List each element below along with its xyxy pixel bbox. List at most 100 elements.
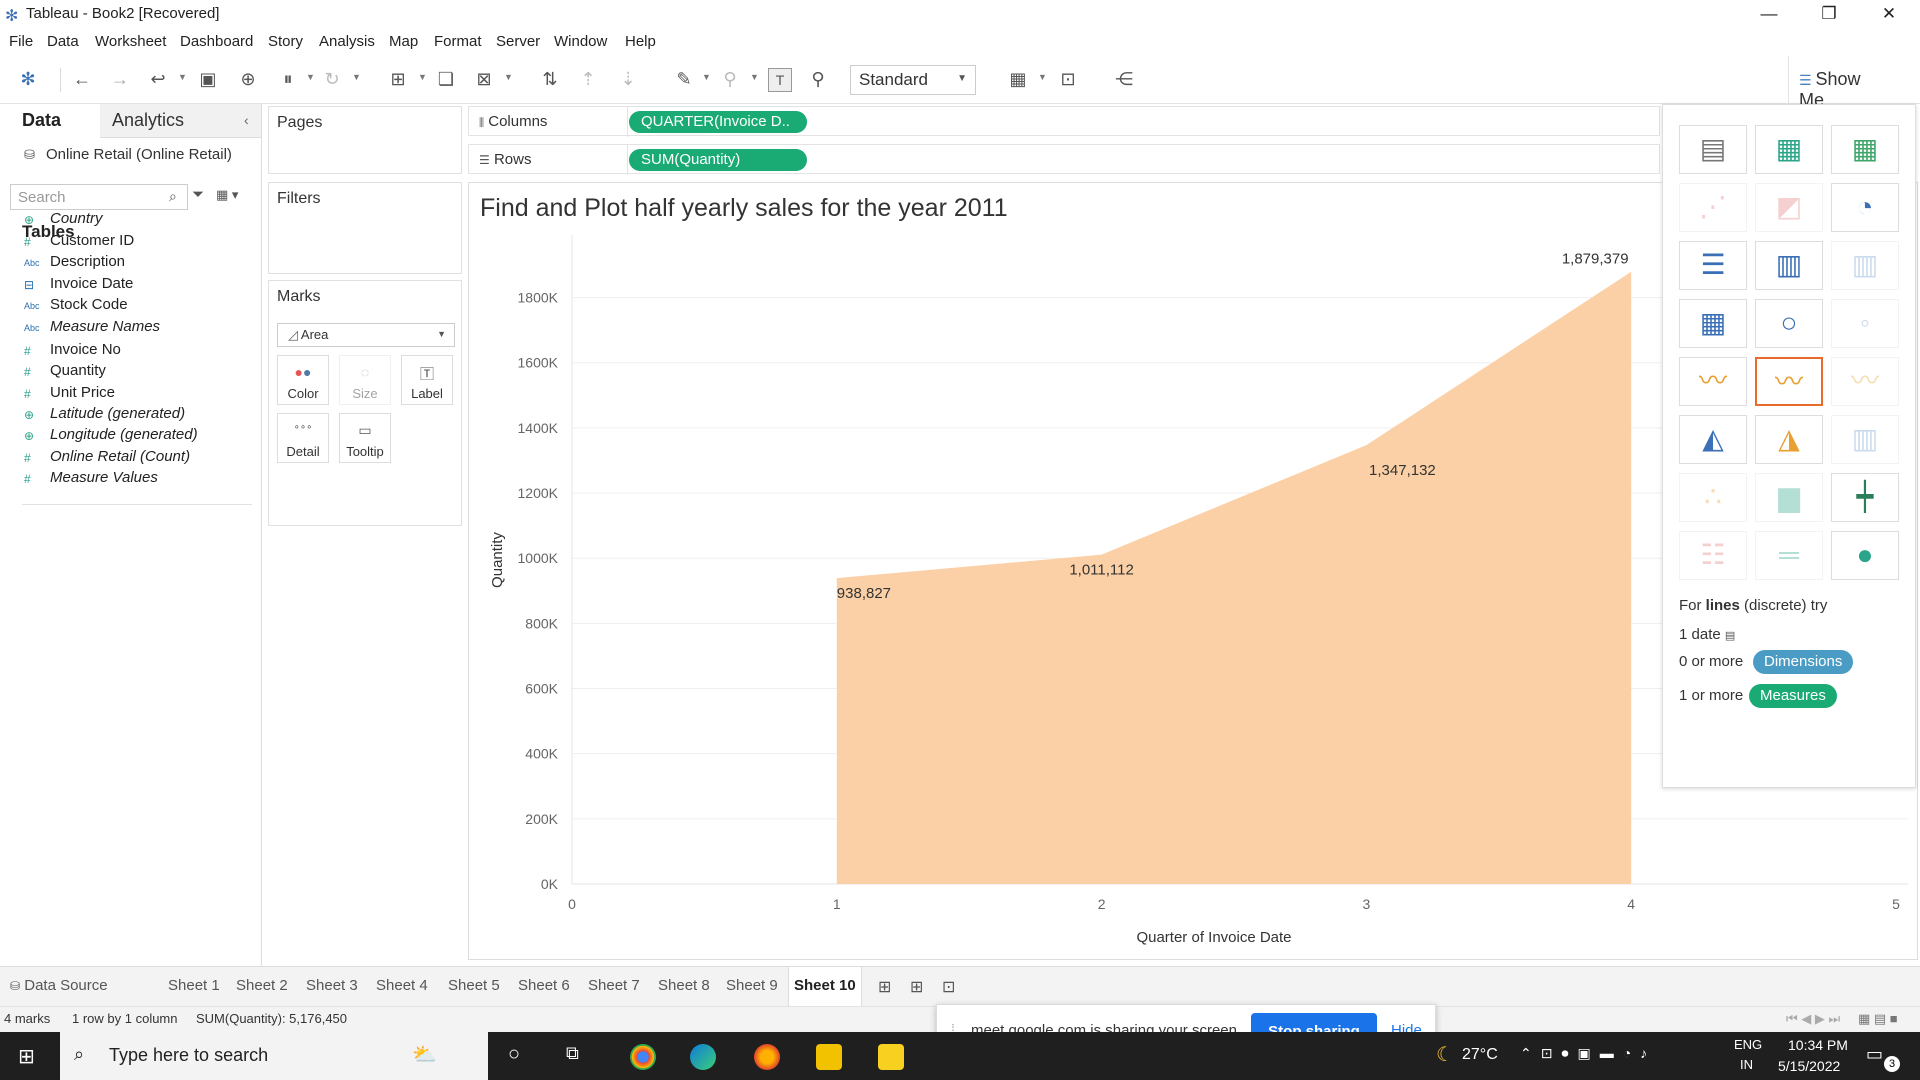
label-button[interactable]: 🅃 Label: [401, 355, 453, 405]
scatter-plot-thumbnail[interactable]: ∴: [1679, 473, 1747, 522]
chevron-down-icon[interactable]: ▼: [750, 72, 759, 82]
rows-pill[interactable]: SUM(Quantity): [629, 149, 807, 171]
show-me-button[interactable]: ☰ Show Me: [1788, 56, 1898, 110]
clear-sheet-icon[interactable]: ⊠: [472, 68, 496, 92]
view-toggle-icon[interactable]: ▦ ▤ ■: [1858, 1011, 1898, 1027]
sort-ascending-icon[interactable]: ⇡: [576, 68, 600, 92]
chevron-down-icon[interactable]: ▼: [178, 72, 187, 82]
menu-worksheet[interactable]: Worksheet: [95, 33, 166, 50]
highlight-icon[interactable]: ✎: [672, 68, 696, 92]
discrete-lines-thumbnail[interactable]: 〰: [1755, 357, 1823, 406]
nav-arrows-icon[interactable]: ⏮ ◀ ▶ ⏭: [1786, 1011, 1840, 1027]
field-item[interactable]: ⊕ Country: [0, 208, 260, 232]
show-mark-labels-icon[interactable]: T: [768, 68, 792, 92]
view-options-icon[interactable]: ▦ ▾: [216, 187, 238, 203]
notifications-icon[interactable]: ▭: [1866, 1044, 1883, 1065]
sheet-tab[interactable]: Sheet 6: [518, 977, 570, 994]
packed-bubbles-thumbnail[interactable]: ●: [1831, 531, 1899, 580]
undo-icon[interactable]: ←: [70, 68, 94, 92]
area-discrete-thumbnail[interactable]: ◮: [1755, 415, 1823, 464]
sheet-tab[interactable]: Sheet 8: [658, 977, 710, 994]
chevron-down-icon[interactable]: ▼: [1038, 72, 1047, 82]
bullet-graph-thumbnail[interactable]: ═: [1755, 531, 1823, 580]
sheet-tab[interactable]: Sheet 3: [306, 977, 358, 994]
field-item[interactable]: Abc Description: [0, 251, 260, 275]
tableau-home-icon[interactable]: ✻: [16, 68, 40, 92]
restore-button[interactable]: ❐: [1800, 0, 1858, 30]
edge-icon[interactable]: [690, 1044, 716, 1070]
menu-dashboard[interactable]: Dashboard: [180, 33, 253, 50]
language-code[interactable]: ENG: [1734, 1037, 1762, 1052]
heat-map-thumbnail[interactable]: ▦: [1755, 125, 1823, 174]
fix-axes-icon[interactable]: ⚲: [806, 68, 830, 92]
chevron-down-icon[interactable]: ▼: [504, 72, 513, 82]
histogram-thumbnail[interactable]: ▆: [1755, 473, 1823, 522]
symbol-map-thumbnail[interactable]: ⋰: [1679, 183, 1747, 232]
sheet-tab[interactable]: Sheet 4: [376, 977, 428, 994]
sheet-tab[interactable]: Sheet 2: [236, 977, 288, 994]
field-item[interactable]: # Quantity: [0, 360, 260, 384]
cortana-icon[interactable]: ○: [508, 1043, 520, 1066]
share-icon[interactable]: ⋲: [1112, 68, 1136, 92]
highlight-table-thumbnail[interactable]: ▦: [1831, 125, 1899, 174]
stacked-bars-thumbnail[interactable]: ▥: [1755, 241, 1823, 290]
close-button[interactable]: ✕: [1860, 0, 1918, 30]
pages-card[interactable]: Pages: [268, 106, 462, 174]
refresh-icon[interactable]: ↻: [320, 68, 344, 92]
fit-dropdown[interactable]: Standard ▼: [850, 65, 976, 95]
menu-map[interactable]: Map: [389, 33, 418, 50]
new-worksheet-icon[interactable]: ⊞: [386, 68, 410, 92]
sheet-tab[interactable]: Sheet 10: [788, 967, 862, 1007]
chevron-down-icon[interactable]: ▼: [306, 72, 315, 82]
clock-time[interactable]: 10:34 PM: [1788, 1037, 1848, 1053]
menu-help[interactable]: Help: [625, 33, 656, 50]
clock-date[interactable]: 5/15/2022: [1778, 1058, 1840, 1074]
size-button[interactable]: ◌ Size: [339, 355, 391, 405]
menu-data[interactable]: Data: [47, 33, 79, 50]
firefox-icon[interactable]: [754, 1044, 780, 1070]
columns-pill[interactable]: QUARTER(Invoice D..: [629, 111, 807, 133]
area-continuous-thumbnail[interactable]: ◭: [1679, 415, 1747, 464]
sheet-tab[interactable]: Sheet 1: [168, 977, 220, 994]
chevron-down-icon[interactable]: ▼: [352, 72, 361, 82]
mark-type-dropdown[interactable]: ◿ Area ▼: [277, 323, 455, 347]
replay-icon[interactable]: ↩: [146, 68, 170, 92]
text-table-thumbnail[interactable]: ▤: [1679, 125, 1747, 174]
collapse-pane-icon[interactable]: ‹: [244, 112, 249, 128]
pie-chart-thumbnail[interactable]: ◔: [1831, 183, 1899, 232]
save-icon[interactable]: ▣: [196, 68, 220, 92]
field-item[interactable]: # Measure Values: [0, 467, 260, 491]
menu-analysis[interactable]: Analysis: [319, 33, 375, 50]
color-button[interactable]: ●● Color: [277, 355, 329, 405]
weather-widget-icon[interactable]: ⛅: [412, 1042, 437, 1067]
sheet-tab[interactable]: Sheet 5: [448, 977, 500, 994]
duplicate-sheet-icon[interactable]: ❏: [434, 68, 458, 92]
new-story-icon[interactable]: ⊡: [942, 977, 955, 997]
new-dashboard-icon[interactable]: ⊞: [910, 977, 923, 997]
filter-icon[interactable]: ⏷: [192, 186, 204, 203]
datasource-name[interactable]: Online Retail (Online Retail): [46, 146, 232, 163]
moon-weather-icon[interactable]: ☾: [1436, 1042, 1454, 1067]
group-members-icon[interactable]: ⚲: [718, 68, 742, 92]
sheet-tab[interactable]: Sheet 9: [726, 977, 778, 994]
menu-server[interactable]: Server: [496, 33, 540, 50]
swap-axes-icon[interactable]: ⇅: [538, 68, 562, 92]
chevron-down-icon[interactable]: ▼: [702, 72, 711, 82]
area-series[interactable]: [836, 271, 1632, 884]
tab-data-source[interactable]: ⛁ Data Source: [10, 977, 108, 994]
file-explorer-icon[interactable]: [816, 1044, 842, 1070]
treemap-thumbnail[interactable]: ▦: [1679, 299, 1747, 348]
new-datasource-icon[interactable]: ⊕: [236, 68, 260, 92]
field-item[interactable]: Abc Measure Names: [0, 316, 260, 340]
tab-analytics[interactable]: Analytics ‹: [100, 104, 261, 138]
tooltip-button[interactable]: ▭ Tooltip: [339, 413, 391, 463]
filled-map-thumbnail[interactable]: ◩: [1755, 183, 1823, 232]
rows-shelf[interactable]: ☰ Rows SUM(Quantity): [468, 144, 1660, 175]
field-item[interactable]: Abc Stock Code: [0, 294, 260, 318]
filters-card[interactable]: Filters: [268, 182, 462, 274]
region-code[interactable]: IN: [1740, 1057, 1753, 1072]
box-whisker-thumbnail[interactable]: ┿: [1831, 473, 1899, 522]
field-item[interactable]: ⊕ Longitude (generated): [0, 424, 260, 448]
circle-view-thumbnail[interactable]: ○: [1755, 299, 1823, 348]
columns-shelf[interactable]: ⫼ Columns QUARTER(Invoice D..: [468, 106, 1660, 137]
